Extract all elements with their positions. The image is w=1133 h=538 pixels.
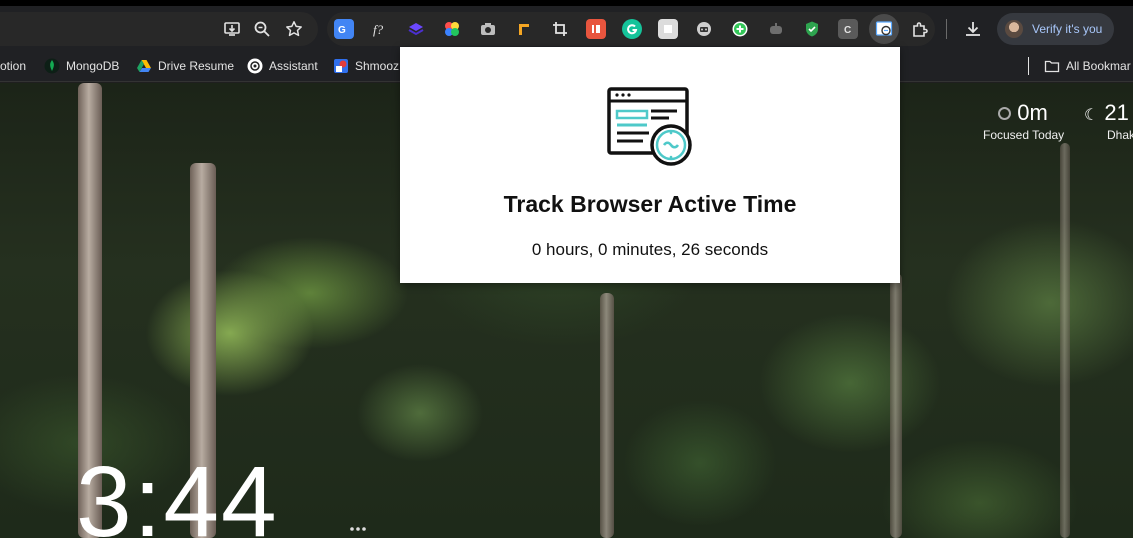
- extensions-toolbar: G f? C: [327, 12, 935, 46]
- google-drive-icon: [136, 58, 152, 74]
- tree-trunk: [1060, 143, 1070, 538]
- svg-text:G: G: [338, 25, 346, 36]
- focus-caption: Focused Today: [983, 128, 1065, 142]
- window-top-edge: [0, 0, 1133, 6]
- c-icon[interactable]: C: [838, 19, 858, 39]
- bookmark-label: MongoDB: [66, 59, 120, 73]
- weather-widget[interactable]: ☾ 21 Dhak: [1084, 100, 1133, 142]
- focus-value: 0m: [1017, 100, 1048, 125]
- bookmark-drive-resume[interactable]: Drive Resume: [136, 57, 234, 75]
- tree-trunk: [600, 293, 614, 538]
- focus-ring-icon: [998, 106, 1012, 120]
- grammarly-icon[interactable]: [622, 19, 642, 39]
- tree-trunk: [890, 273, 902, 538]
- mongodb-icon: [44, 58, 60, 74]
- all-bookmarks-button[interactable]: All Bookmar: [1044, 57, 1131, 75]
- ruler-icon[interactable]: [514, 19, 534, 39]
- popup-title: Track Browser Active Time: [503, 191, 797, 217]
- browser-toolbar: G f? C Verify it's you: [0, 0, 1133, 50]
- folder-icon: [1044, 58, 1060, 74]
- shield-icon[interactable]: [802, 19, 822, 39]
- bookmark-mongodb[interactable]: MongoDB: [44, 57, 119, 75]
- red-square-icon[interactable]: [586, 19, 606, 39]
- bookmark-shmooz[interactable]: Shmooz: [333, 57, 399, 75]
- note-icon[interactable]: [658, 19, 678, 39]
- camera-icon[interactable]: [478, 19, 498, 39]
- avatar: [1005, 20, 1023, 38]
- weather-location: Dhak: [1107, 128, 1133, 142]
- all-bookmarks-label: All Bookmar: [1066, 59, 1131, 73]
- robot-icon[interactable]: [694, 19, 714, 39]
- bookmark-label: Shmooz: [355, 59, 400, 73]
- stack-icon[interactable]: [406, 19, 426, 39]
- bookmark-label: Drive Resume: [158, 59, 235, 73]
- active-time-value: 0 hours, 0 minutes, 26 seconds: [531, 240, 769, 259]
- toolbar-divider: [946, 19, 947, 39]
- bookmark-notion[interactable]: otion: [0, 57, 26, 75]
- plus-circle-icon[interactable]: [730, 19, 750, 39]
- bookmark-label: Assistant: [269, 59, 318, 73]
- bookmark-assistant[interactable]: Assistant: [247, 57, 318, 75]
- focus-widget[interactable]: 0m Focused Today: [983, 100, 1065, 142]
- svg-text:C: C: [844, 25, 851, 36]
- bookmark-label: otion: [0, 59, 27, 73]
- crop-icon[interactable]: [550, 19, 570, 39]
- address-bar[interactable]: [0, 12, 318, 46]
- moon-icon: ☾: [1084, 107, 1099, 124]
- formula-icon[interactable]: f?: [370, 19, 390, 39]
- browser-timer-icon: [607, 87, 695, 167]
- color-wheel-icon[interactable]: [442, 19, 462, 39]
- verify-label: Verify it's you: [1032, 22, 1103, 36]
- profile-verify-button[interactable]: Verify it's you: [997, 13, 1114, 45]
- install-app-icon[interactable]: [221, 18, 243, 40]
- google-translate-icon[interactable]: G: [334, 19, 354, 39]
- shmooz-icon: [333, 58, 349, 74]
- openai-icon: [247, 58, 263, 74]
- extensions-puzzle-icon[interactable]: [910, 19, 930, 39]
- weather-temp: 21: [1104, 100, 1129, 125]
- active-time-tracker-icon[interactable]: [869, 14, 899, 44]
- download-icon[interactable]: [961, 17, 985, 41]
- zoom-icon[interactable]: [251, 18, 273, 40]
- extension-popup: Track Browser Active Time 0 hours, 0 min…: [400, 47, 900, 283]
- svg-text:f?: f?: [373, 22, 384, 37]
- clock: 3:44: [76, 446, 279, 538]
- more-dots-icon[interactable]: [348, 520, 368, 531]
- gray-robot-icon[interactable]: [766, 19, 786, 39]
- bookmark-star-icon[interactable]: [283, 18, 305, 40]
- bookmarks-divider: [1028, 57, 1029, 75]
